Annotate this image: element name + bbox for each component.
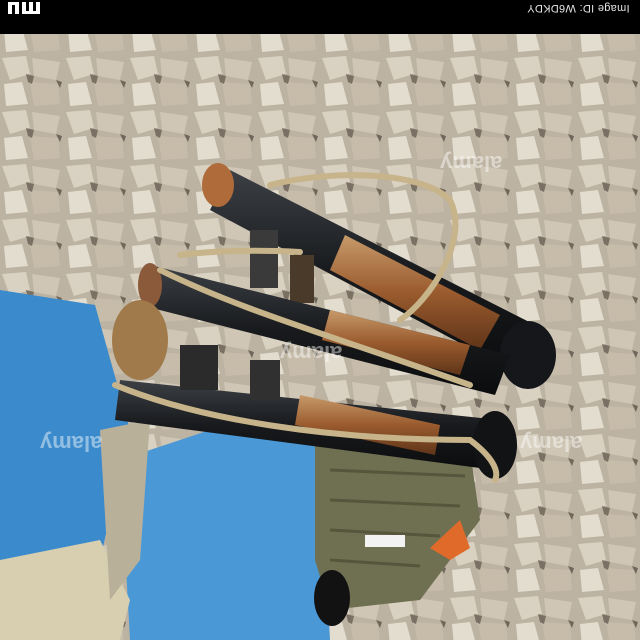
brand-logo <box>2 0 42 18</box>
photo-frame: Image ID: W6DKDY alamy alamy alamy alamy <box>0 0 640 640</box>
watermark: alamy <box>520 431 583 456</box>
watermark: alamy <box>40 431 103 456</box>
blue-painted-slab <box>120 430 330 640</box>
stock-header-bar: Image ID: W6DKDY <box>0 0 640 34</box>
photo-scene <box>0 34 640 640</box>
watermark: alamy <box>440 151 503 176</box>
image-id-label: Image ID: W6DKDY <box>527 2 630 14</box>
watermark: alamy <box>280 341 343 366</box>
